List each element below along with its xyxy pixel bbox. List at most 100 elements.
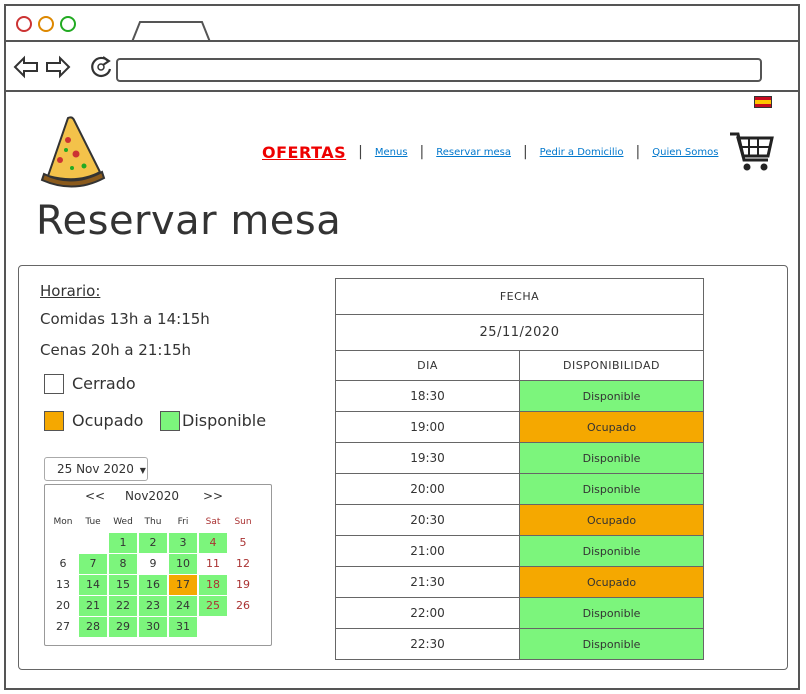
calendar-day-cell[interactable]: 18 [199,575,227,595]
schedule-row[interactable]: 21:00 Disponible [335,535,704,567]
calendar-day-of-week: Thu [144,517,162,527]
minimize-window-icon[interactable] [38,16,54,32]
calendar-day-cell[interactable]: 10 [169,554,197,574]
schedule-time: 19:30 [335,442,520,474]
schedule-time: 22:30 [335,628,520,660]
back-arrow-icon[interactable] [12,54,40,80]
calendar-day-cell[interactable]: 4 [199,533,227,553]
calendar-day-cell[interactable]: 23 [139,596,167,616]
calendar-day-cell[interactable]: 7 [79,554,107,574]
calendar-day-cell[interactable]: 29 [109,617,137,637]
calendar-day-cell[interactable]: 24 [169,596,197,616]
calendar-day-cell[interactable]: 28 [79,617,107,637]
calendar-day-cell[interactable]: 2 [139,533,167,553]
shopping-cart-icon[interactable] [728,130,776,174]
calendar-day-cell[interactable]: 9 [139,554,167,574]
hours-title: Horario: [40,282,101,300]
pizza-slice-icon[interactable] [38,114,108,190]
schedule-status[interactable]: Disponible [519,535,704,567]
calendar-day-cell[interactable]: 6 [49,554,77,574]
calendar-day-cell[interactable]: 27 [49,617,77,637]
schedule-row[interactable]: 21:30 Ocupado [335,566,704,598]
schedule-row[interactable]: 20:00 Disponible [335,473,704,505]
schedule-row[interactable]: 22:00 Disponible [335,597,704,629]
calendar-next-button[interactable]: >> [203,489,223,503]
calendar-day-cell[interactable]: 19 [229,575,257,595]
calendar-day-cell[interactable]: 26 [229,596,257,616]
calendar-day-cell[interactable]: 8 [109,554,137,574]
calendar: << Nov2020 >> Mon Tue Wed Thu Fri Sat Sun 1 2 3 4 5… [44,484,272,646]
nav-separator: | [522,144,528,160]
calendar-day-cell[interactable]: 11 [199,554,227,574]
forward-arrow-icon[interactable] [44,54,72,80]
schedule-time: 20:30 [335,504,520,536]
schedule-status[interactable]: Disponible [519,442,704,474]
calendar-day-cell[interactable]: 16 [139,575,167,595]
schedule-time: 18:30 [335,380,520,412]
calendar-day-cell[interactable]: 21 [79,596,107,616]
schedule-col-availability: DISPONIBILIDAD [519,350,704,381]
schedule-status[interactable]: Ocupado [519,411,704,443]
schedule-row[interactable]: 18:30 Disponible [335,380,704,412]
spain-flag-icon[interactable] [754,96,772,108]
lunch-hours: Comidas 13h a 14:15h [40,310,210,328]
nav-link-pedir-domicilio[interactable]: Pedir a Domicilio [540,147,624,158]
reload-icon[interactable] [88,54,116,80]
schedule-table: FECHA 25/11/2020 DIA DISPONIBILIDAD 18:3… [335,278,704,660]
legend-available-swatch [160,411,180,431]
nav-offers-link[interactable]: OFERTAS [262,143,346,162]
schedule-status[interactable]: Ocupado [519,566,704,598]
legend-closed-label: Cerrado [72,374,136,393]
schedule-status[interactable]: Ocupado [519,504,704,536]
schedule-row[interactable]: 22:30 Disponible [335,628,704,660]
calendar-day-cell[interactable]: 15 [109,575,137,595]
calendar-day-cell[interactable]: 12 [229,554,257,574]
calendar-day-of-week: Wed [113,517,133,527]
maximize-window-icon[interactable] [60,16,76,32]
schedule-time: 22:00 [335,597,520,629]
dinner-hours: Cenas 20h a 21:15h [40,341,192,359]
title-bar [6,6,798,42]
browser-toolbar [6,42,798,92]
calendar-day-cell[interactable]: 13 [49,575,77,595]
calendar-header: << Nov2020 >> [45,489,271,509]
schedule-row[interactable]: 19:30 Disponible [335,442,704,474]
calendar-day-cell[interactable]: 22 [109,596,137,616]
date-select[interactable]: 25 Nov 2020 ▼ [44,457,148,481]
calendar-day-cell[interactable]: 14 [79,575,107,595]
calendar-day-of-week: Sat [205,517,221,527]
address-bar[interactable] [116,58,762,82]
calendar-day-of-week: Sun [234,517,252,527]
calendar-day-cell[interactable]: 31 [169,617,197,637]
schedule-col-day: DIA [335,350,520,381]
schedule-time: 19:00 [335,411,520,443]
schedule-status[interactable]: Disponible [519,473,704,505]
calendar-day-of-week: Tue [85,517,101,527]
calendar-day-cell[interactable]: 30 [139,617,167,637]
calendar-day-cell[interactable]: 3 [169,533,197,553]
schedule-status[interactable]: Disponible [519,628,704,660]
calendar-prev-button[interactable]: << [85,489,105,503]
nav-link-menus[interactable]: Menus [375,147,408,158]
legend-closed-swatch [44,374,64,394]
nav-link-reservar-mesa[interactable]: Reservar mesa [436,147,511,158]
schedule-time: 21:00 [335,535,520,567]
nav-link-quien-somos[interactable]: Quien Somos [652,147,718,158]
calendar-day-cell[interactable]: 25 [199,596,227,616]
calendar-day-cell[interactable]: 1 [109,533,137,553]
schedule-time: 20:00 [335,473,520,505]
main-navigation: OFERTAS | Menus | Reservar mesa | Pedir … [262,140,718,164]
calendar-day-cell[interactable]: 20 [49,596,77,616]
schedule-status[interactable]: Disponible [519,597,704,629]
browser-tab[interactable] [130,20,212,42]
schedule-row[interactable]: 19:00 Ocupado [335,411,704,443]
chevron-down-icon: ▼ [139,466,146,475]
nav-separator: | [358,144,363,160]
schedule-status[interactable]: Disponible [519,380,704,412]
schedule-row[interactable]: 20:30 Ocupado [335,504,704,536]
calendar-day-of-week: Mon [53,517,73,527]
calendar-day-cell[interactable]: 17 [169,575,197,595]
close-window-icon[interactable] [16,16,32,32]
calendar-day-cell[interactable]: 5 [229,533,257,553]
schedule-date: 25/11/2020 [335,314,704,351]
